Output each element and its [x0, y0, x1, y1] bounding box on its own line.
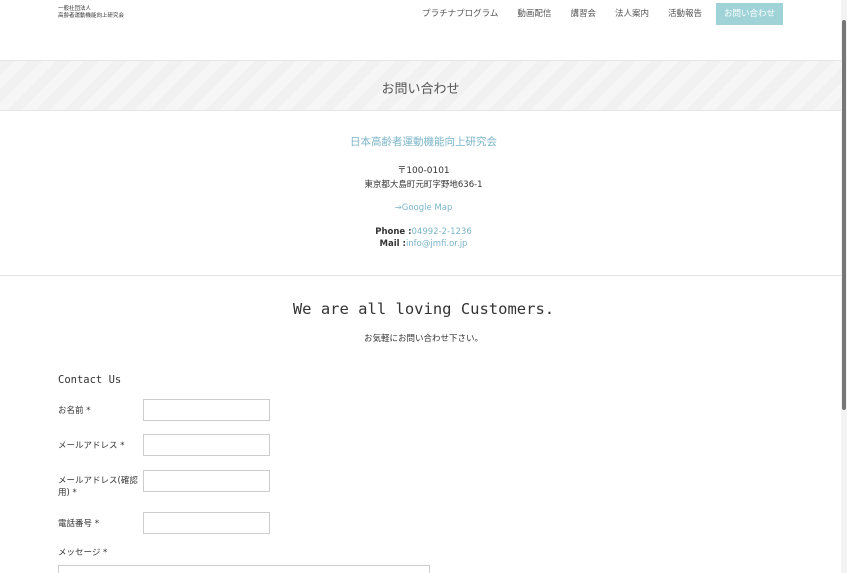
- main-nav: プラチナプログラム 動画配信 講習会 法人案内 活動報告 お問い合わせ: [403, 3, 783, 25]
- phone-field[interactable]: [143, 512, 270, 534]
- email-label: メールアドレス *: [58, 441, 125, 451]
- company-address: 東京都大島町元町字野地636-1: [364, 180, 483, 190]
- postal-code: 〒100-0101: [397, 166, 450, 176]
- nav-item-platinum-program[interactable]: プラチナプログラム: [422, 3, 498, 25]
- tagline: We are all loving Customers.: [292, 300, 555, 318]
- nav-item-seminars[interactable]: 講習会: [570, 3, 596, 25]
- page-title: お問い合わせ: [381, 82, 460, 97]
- logo-line-2: 高齢者運動機能向上研究会: [58, 13, 125, 19]
- nav-item-video[interactable]: 動画配信: [517, 3, 551, 25]
- logo-line-1: 一般社団法人: [58, 6, 92, 12]
- company-info: 日本高齢者運動機能向上研究会 〒100-0101 東京都大島町元町字野地636-…: [0, 134, 847, 250]
- sub-tagline: お気軽にお問い合わせ下さい。: [363, 334, 483, 344]
- mail-label: Mail :: [379, 239, 406, 249]
- name-label: お名前 *: [58, 406, 91, 416]
- company-name: 日本高齢者運動機能向上研究会: [350, 136, 497, 148]
- message-label: メッセージ *: [58, 548, 108, 558]
- google-map-link[interactable]: →Google Map: [0, 203, 847, 213]
- phone-line: Phone :04992-2-1236: [0, 226, 847, 238]
- name-field[interactable]: [143, 399, 270, 421]
- site-logo[interactable]: 一般社団法人 高齢者運動機能向上研究会: [58, 6, 124, 20]
- email-field[interactable]: [143, 434, 270, 456]
- page-scrollbar[interactable]: [841, 0, 847, 573]
- mail-line: Mail :info@jmfi.or.jp: [0, 238, 847, 250]
- phone-link[interactable]: 04992-2-1236: [412, 227, 472, 237]
- nav-item-about[interactable]: 法人案内: [615, 3, 649, 25]
- phone-field-label: 電話番号 *: [58, 519, 99, 529]
- email-confirm-label: メールアドレス(確認用) *: [58, 476, 138, 498]
- nav-item-reports[interactable]: 活動報告: [668, 3, 702, 25]
- section-divider: [0, 275, 841, 276]
- email-confirm-field[interactable]: [143, 470, 270, 492]
- page-title-band: お問い合わせ: [0, 60, 841, 111]
- site-header: 一般社団法人 高齢者運動機能向上研究会 プラチナプログラム 動画配信 講習会 法…: [0, 0, 847, 60]
- message-field[interactable]: [58, 565, 430, 573]
- contact-details: Phone :04992-2-1236 Mail :info@jmfi.or.j…: [0, 226, 847, 250]
- nav-item-contact[interactable]: お問い合わせ: [715, 3, 783, 25]
- phone-label: Phone :: [375, 227, 412, 237]
- mail-link[interactable]: info@jmfi.or.jp: [406, 239, 468, 249]
- contact-form-heading: Contact Us: [58, 374, 122, 386]
